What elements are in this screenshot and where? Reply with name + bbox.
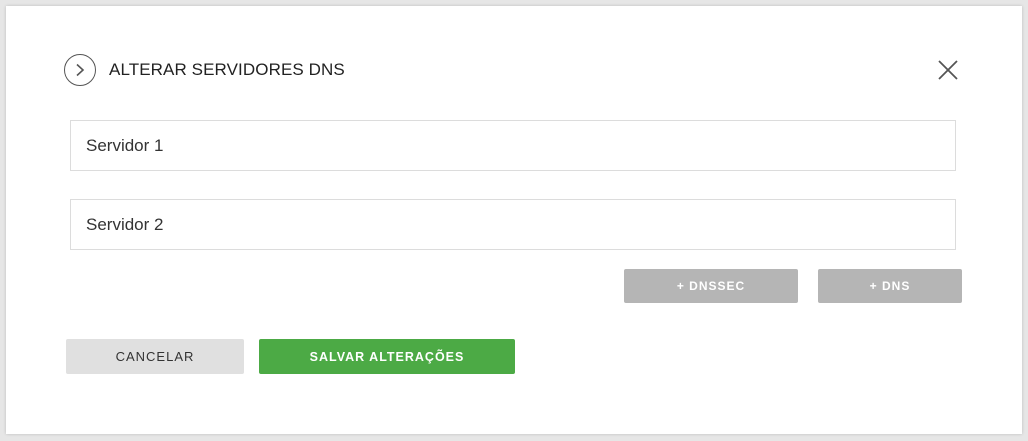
server-2-input[interactable] <box>71 200 955 249</box>
add-dnssec-button[interactable]: + DNSSEC <box>624 269 798 303</box>
modal-title: ALTERAR SERVIDORES DNS <box>109 60 345 79</box>
add-dns-button[interactable]: + DNS <box>818 269 962 303</box>
close-icon[interactable] <box>936 58 960 82</box>
cancel-button[interactable]: CANCELAR <box>66 339 244 374</box>
server-1-field-wrapper <box>70 120 956 171</box>
modal-header: ALTERAR SERVIDORES DNS <box>64 54 345 86</box>
server-2-field-wrapper <box>70 199 956 250</box>
save-changes-button[interactable]: SALVAR ALTERAÇÕES <box>259 339 515 374</box>
server-1-input[interactable] <box>71 121 955 170</box>
dns-modal: ALTERAR SERVIDORES DNS + DNSSEC + DNS CA… <box>6 6 1022 434</box>
chevron-right-circle-icon <box>64 54 96 86</box>
